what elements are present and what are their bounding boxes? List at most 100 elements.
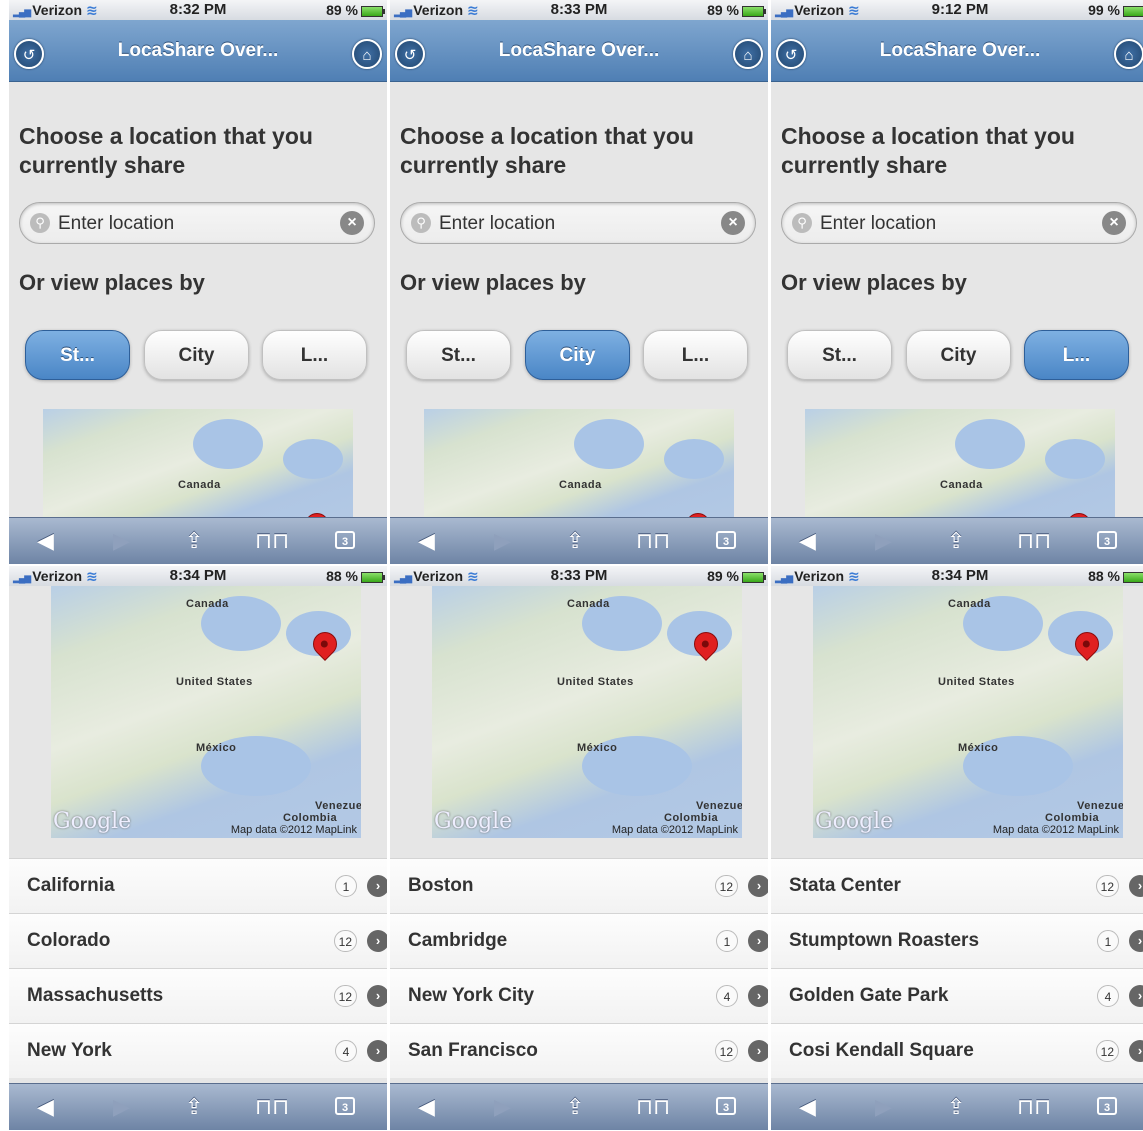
chevron-right-icon: ›: [367, 1040, 387, 1062]
map-label-colombia: Colombia: [1045, 812, 1100, 824]
list-item[interactable]: California 1 ›: [9, 858, 387, 913]
location-search-input[interactable]: ⚲ Enter location ×: [19, 202, 375, 244]
segment-city[interactable]: City: [525, 330, 630, 380]
list-item-name: California: [27, 875, 115, 896]
google-logo: Google: [53, 809, 132, 834]
search-placeholder: Enter location: [820, 213, 937, 234]
home-button[interactable]: ⌂: [352, 39, 382, 69]
browser-forward-icon[interactable]: ▶: [875, 1094, 892, 1120]
home-icon: ⌂: [743, 47, 753, 64]
share-icon[interactable]: ⇪: [185, 1094, 203, 1120]
bookmarks-icon[interactable]: ⊓⊓: [1017, 528, 1051, 554]
google-logo: Google: [434, 809, 513, 834]
browser-back-icon[interactable]: ◀: [418, 1094, 435, 1120]
segment-state[interactable]: St...: [787, 330, 892, 380]
map[interactable]: Canada: [43, 409, 353, 529]
clear-icon[interactable]: ×: [1102, 211, 1126, 235]
bookmarks-icon[interactable]: ⊓⊓: [255, 528, 289, 554]
list-item[interactable]: New York City 4 ›: [390, 968, 768, 1023]
map-label-mexico: México: [196, 742, 237, 754]
count-badge: 4: [335, 1040, 357, 1062]
tabs-icon[interactable]: 3: [1097, 1097, 1117, 1115]
browser-back-icon[interactable]: ◀: [799, 1094, 816, 1120]
list-item[interactable]: Colorado 12 ›: [9, 913, 387, 968]
list-item[interactable]: Golden Gate Park 4 ›: [771, 968, 1143, 1023]
bookmarks-icon[interactable]: ⊓⊓: [255, 1094, 289, 1120]
segment-location[interactable]: L...: [262, 330, 367, 380]
segment-state[interactable]: St...: [406, 330, 511, 380]
browser-back-icon[interactable]: ◀: [37, 1094, 54, 1120]
chevron-right-icon: ›: [748, 985, 768, 1007]
content: Canada United States México Venezue Colo…: [390, 586, 768, 1130]
map[interactable]: Canada: [805, 409, 1115, 529]
list-item[interactable]: Cosi Kendall Square 12 ›: [771, 1023, 1143, 1078]
home-button[interactable]: ⌂: [1114, 39, 1143, 69]
header-title: LocaShare Over...: [879, 40, 1041, 61]
segment-state[interactable]: St...: [25, 330, 130, 380]
header-title: LocaShare Over...: [117, 40, 279, 61]
status-bar: ▂▄▆ Verizon ≋ 9:12 PM 99 %: [771, 0, 1143, 20]
location-search-input[interactable]: ⚲ Enter location ×: [781, 202, 1137, 244]
status-bar: ▂▄▆ Verizon ≋ 8:33 PM 89 %: [390, 566, 768, 586]
segment-city[interactable]: City: [144, 330, 249, 380]
map[interactable]: Canada United States México Venezue Colo…: [51, 586, 361, 838]
segment-city[interactable]: City: [906, 330, 1011, 380]
browser-back-icon[interactable]: ◀: [418, 528, 435, 554]
location-search-input[interactable]: ⚲ Enter location ×: [400, 202, 756, 244]
share-icon[interactable]: ⇪: [947, 1094, 965, 1120]
share-icon[interactable]: ⇪: [185, 528, 203, 554]
list-item[interactable]: Cambridge 1 ›: [390, 913, 768, 968]
tabs-icon[interactable]: 3: [716, 531, 736, 549]
segment-location[interactable]: L...: [643, 330, 748, 380]
clear-icon[interactable]: ×: [340, 211, 364, 235]
chevron-right-icon: ›: [1129, 1040, 1143, 1062]
battery-percent: 88 %: [1088, 568, 1120, 584]
map[interactable]: Canada: [424, 409, 734, 529]
browser-toolbar: ◀ ▶ ⇪ ⊓⊓ 3: [771, 517, 1143, 564]
browser-forward-icon[interactable]: ▶: [113, 528, 130, 554]
tabs-icon[interactable]: 3: [716, 1097, 736, 1115]
bookmarks-icon[interactable]: ⊓⊓: [636, 528, 670, 554]
list-item[interactable]: Boston 12 ›: [390, 858, 768, 913]
map-label-canada: Canada: [948, 598, 991, 610]
list-item[interactable]: Massachusetts 12 ›: [9, 968, 387, 1023]
status-bar: ▂▄▆ Verizon ≋ 8:34 PM 88 %: [771, 566, 1143, 586]
browser-back-icon[interactable]: ◀: [37, 528, 54, 554]
list-item[interactable]: Stata Center 12 ›: [771, 858, 1143, 913]
clear-icon[interactable]: ×: [721, 211, 745, 235]
list-item[interactable]: San Francisco 12 ›: [390, 1023, 768, 1078]
browser-forward-icon[interactable]: ▶: [494, 1094, 511, 1120]
tabs-icon[interactable]: 3: [1097, 531, 1117, 549]
list-item-name: Cambridge: [408, 930, 508, 951]
map[interactable]: Canada United States México Venezue Colo…: [432, 586, 742, 838]
count-badge: 12: [714, 1040, 738, 1062]
search-icon: ⚲: [792, 213, 812, 233]
bookmarks-icon[interactable]: ⊓⊓: [636, 1094, 670, 1120]
map[interactable]: Canada United States México Venezue Colo…: [813, 586, 1123, 838]
browser-forward-icon[interactable]: ▶: [113, 1094, 130, 1120]
browser-back-icon[interactable]: ◀: [799, 528, 816, 554]
list-item-name: Stata Center: [789, 875, 901, 896]
battery-percent: 88 %: [326, 568, 358, 584]
map-label-canada: Canada: [178, 479, 221, 491]
page-heading: Choose a location that you currently sha…: [400, 123, 694, 178]
map-label-venezuela: Venezue: [1077, 800, 1123, 812]
tabs-icon[interactable]: 3: [335, 1097, 355, 1115]
share-icon[interactable]: ⇪: [566, 528, 584, 554]
list-item[interactable]: Stumptown Roasters 1 ›: [771, 913, 1143, 968]
phone-screenshot-3: ▂▄▆ Verizon ≋ 9:12 PM 99 % ↺ LocaShare Ove…: [771, 0, 1143, 564]
list-item[interactable]: New York 4 ›: [9, 1023, 387, 1078]
browser-forward-icon[interactable]: ▶: [494, 528, 511, 554]
map-copyright: Map data ©2012 MapLink: [992, 824, 1119, 836]
share-icon[interactable]: ⇪: [566, 1094, 584, 1120]
home-icon: ⌂: [362, 47, 372, 64]
browser-forward-icon[interactable]: ▶: [875, 528, 892, 554]
count-badge: 12: [1095, 1040, 1119, 1062]
bookmarks-icon[interactable]: ⊓⊓: [1017, 1094, 1051, 1120]
share-icon[interactable]: ⇪: [947, 528, 965, 554]
list-item-name: Stumptown Roasters: [789, 930, 980, 951]
segment-location[interactable]: L...: [1024, 330, 1129, 380]
home-button[interactable]: ⌂: [733, 39, 763, 69]
map-label-mexico: México: [577, 742, 618, 754]
tabs-icon[interactable]: 3: [335, 531, 355, 549]
